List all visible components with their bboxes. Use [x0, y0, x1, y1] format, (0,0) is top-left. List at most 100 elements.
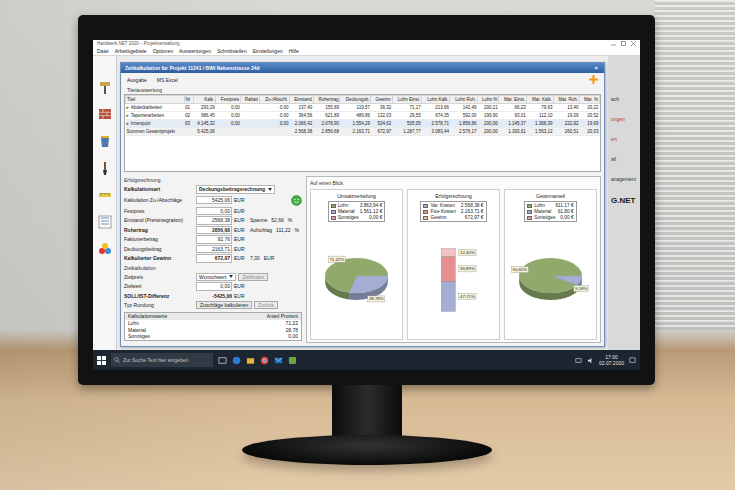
side-item[interactable]: anagement: [611, 176, 640, 182]
folder-icon[interactable]: [246, 356, 255, 365]
select[interactable]: Wunschwert: [196, 273, 236, 282]
side-item[interactable]: all: [611, 156, 640, 162]
title-table-frame: TitelNrKalk.FestpreisRabattZu-/Abschl.Ei…: [124, 94, 601, 172]
close-icon[interactable]: [631, 41, 636, 46]
close-button[interactable]: ×: [592, 65, 600, 71]
menu-item[interactable]: Arbeitsgebiete: [115, 48, 147, 54]
pie-slice: [325, 258, 388, 292]
table-cell: 986,45: [193, 112, 216, 120]
side-item[interactable]: ach: [611, 96, 640, 102]
caret-icon: [229, 275, 233, 278]
column-header[interactable]: Lohn %: [477, 96, 498, 104]
expand-toggle[interactable]: ▸: [127, 113, 129, 118]
wallpaper-icon: [97, 214, 113, 230]
expand-toggle[interactable]: ▸: [127, 105, 129, 110]
value-field[interactable]: 92,76: [196, 235, 232, 244]
search-icon: [114, 357, 120, 363]
column-header[interactable]: Mat. Roh.: [554, 96, 580, 104]
photo-scene: Handwerk.NET 2020 – ProjektverwaltungDat…: [0, 0, 735, 490]
column-header[interactable]: Titel: [126, 96, 185, 104]
table-row[interactable]: ▸Tapezierarbeiten02986,450,000,00364,566…: [126, 112, 600, 120]
browser-icon[interactable]: [232, 356, 241, 365]
legend-item: Material61,80 €: [527, 209, 573, 214]
select[interactable]: Deckungsbeitragsrechnung: [196, 185, 275, 194]
menu-item[interactable]: Schnittstellen: [217, 48, 247, 54]
value-field[interactable]: 2163,71: [196, 245, 232, 254]
toolbar-action[interactable]: MS Excel: [157, 77, 178, 83]
mail-icon[interactable]: [274, 356, 283, 365]
minimize-icon[interactable]: [611, 41, 616, 46]
column-header[interactable]: Festpreis: [216, 96, 241, 104]
column-header[interactable]: Lohn Einst.: [392, 96, 422, 104]
unit: EUR: [234, 227, 246, 233]
value-field[interactable]: 672,97: [196, 254, 232, 263]
expand-toggle[interactable]: ▸: [127, 121, 129, 126]
clock[interactable]: 17:0002.07.2020: [599, 354, 624, 367]
unit: EUR: [234, 246, 246, 252]
column-header[interactable]: Nr: [184, 96, 193, 104]
legend-swatch: [423, 204, 428, 208]
add-icon[interactable]: [589, 75, 598, 84]
taskbar-search[interactable]: Zur Suche Text hier eingeben: [111, 353, 213, 367]
column-header[interactable]: Kalk.: [193, 96, 216, 104]
value-field[interactable]: 2568,38: [196, 216, 232, 225]
table-cell: Summen Gesamtprojekt: [126, 128, 185, 136]
task-view-icon[interactable]: [218, 356, 227, 365]
value-field[interactable]: 0,00: [196, 282, 232, 291]
column-header[interactable]: Deckungsb.: [340, 96, 371, 104]
menu-item[interactable]: Einstellungen: [253, 48, 283, 54]
chrome-icon[interactable]: [260, 356, 269, 365]
table-cell: 1.300,61: [499, 128, 527, 136]
menu-item[interactable]: Auswertungen: [179, 48, 211, 54]
table-cell: 137,40: [289, 104, 313, 112]
table-cell: ▸Innenputz: [126, 120, 185, 128]
menu-item[interactable]: Datei: [97, 48, 109, 54]
svg-text:47,71%: 47,71%: [460, 294, 475, 299]
menu-item[interactable]: Optionen: [153, 48, 173, 54]
calculation-panel: ErfolgsrechnungKalkulationsartDeckungsbe…: [124, 176, 302, 343]
value-field[interactable]: 5425,06: [196, 196, 232, 205]
table-row[interactable]: ▸Innenputz034.145,320,000,002.066,422.07…: [126, 120, 600, 128]
windows-start-icon[interactable]: [97, 356, 106, 365]
rail-button[interactable]: [96, 78, 114, 96]
column-header[interactable]: Gewinn: [371, 96, 392, 104]
side-item[interactable]: ungen: [611, 116, 640, 122]
notification-icon[interactable]: [629, 357, 636, 364]
column-header[interactable]: Einstand: [289, 96, 313, 104]
table-row[interactable]: Summen Gesamtprojekt5.425,062.568,382.85…: [126, 128, 600, 136]
side-item[interactable]: ert: [611, 136, 640, 142]
field-label: SOLL/IST-Differenz: [124, 293, 194, 299]
column-header[interactable]: Mat. Kalk.: [527, 96, 554, 104]
button: Zurück: [254, 301, 277, 310]
column-header[interactable]: Zu-/Abschl.: [260, 96, 290, 104]
rail-button[interactable]: [96, 186, 114, 204]
column-header[interactable]: Lohn Kalk.: [422, 96, 450, 104]
rail-button[interactable]: [96, 159, 114, 177]
status-smiley-icon: [291, 195, 302, 206]
column-header[interactable]: Mat. %: [580, 96, 600, 104]
column-header[interactable]: Mat. Einst.: [499, 96, 527, 104]
legend-swatch: [423, 210, 428, 214]
button[interactable]: Zuschläge kalkulieren: [196, 301, 252, 310]
unit: EUR: [234, 217, 246, 223]
value-field[interactable]: 2856,68: [196, 226, 232, 235]
menu-item[interactable]: Hilfe: [289, 48, 299, 54]
maximize-icon[interactable]: [621, 41, 626, 46]
column-header[interactable]: Lohn Roh.: [450, 96, 478, 104]
rail-button[interactable]: [96, 240, 114, 258]
table-cell: 674,35: [422, 112, 450, 120]
rail-button[interactable]: [96, 132, 114, 150]
legend-item: Sonstiges0,00 €: [527, 215, 573, 220]
field-label: Typ Rundung: [124, 302, 194, 308]
table-cell: 0,00: [260, 104, 290, 112]
column-header[interactable]: Rohertrag: [313, 96, 340, 104]
toolbar-action[interactable]: Ausgabe: [127, 77, 147, 83]
column-header[interactable]: Rabatt: [241, 96, 260, 104]
rail-button[interactable]: [96, 105, 114, 123]
legend-swatch: [527, 210, 532, 214]
table-cell: 29,55: [392, 112, 422, 120]
rail-button[interactable]: [96, 213, 114, 231]
table-row[interactable]: ▸Abdeckarbeiten01293,290,000,00137,40155…: [126, 104, 600, 112]
value-field[interactable]: 0,00: [196, 207, 232, 216]
app-icon[interactable]: [288, 356, 297, 365]
